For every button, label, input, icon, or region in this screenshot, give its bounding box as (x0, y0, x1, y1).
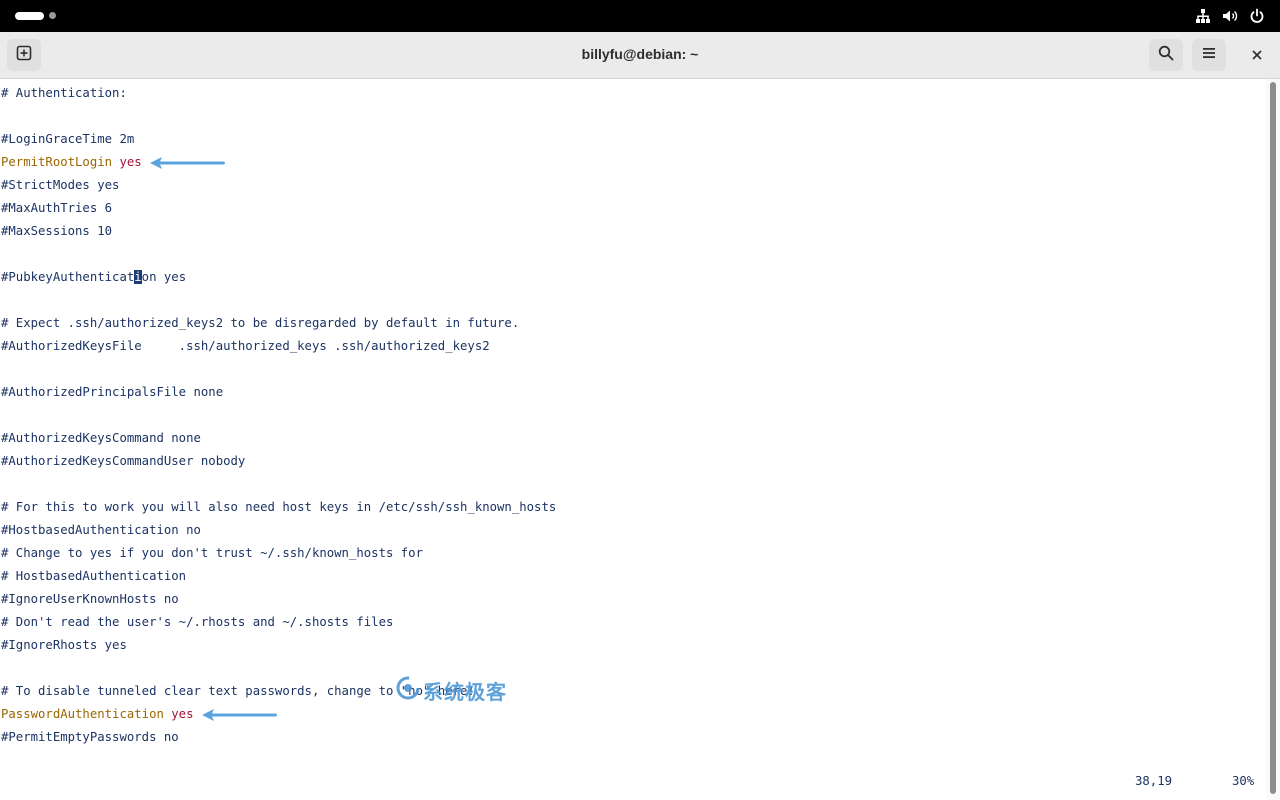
terminal-line: #MaxAuthTries 6 (1, 201, 113, 215)
menu-button[interactable] (1192, 39, 1226, 71)
config-value: yes (119, 155, 142, 169)
terminal-line: #PubkeyAuthentication yes (1, 266, 556, 289)
watermark-logo-icon (395, 675, 421, 705)
line-text: on yes (141, 270, 187, 284)
power-icon[interactable] (1248, 7, 1266, 25)
terminal-line: #AuthorizedKeysFile .ssh/authorized_keys… (1, 339, 490, 353)
terminal-text: # Authentication: #LoginGraceTime 2m Permi… (1, 82, 556, 749)
terminal-line: #AuthorizedKeysCommand none (1, 431, 201, 445)
terminal-view[interactable]: # Authentication: #LoginGraceTime 2m Permi… (0, 79, 1266, 800)
terminal-line: # For this to work you will also need ho… (1, 500, 557, 514)
terminal-line: #MaxSessions 10 (1, 224, 113, 238)
search-button[interactable] (1149, 39, 1183, 71)
watermark-text: 系统极客 (423, 679, 507, 704)
terminal-line: #StrictModes yes (1, 178, 120, 192)
terminal-line: PermitRootLogin yes (1, 151, 556, 174)
terminal-line: #HostbasedAuthentication no (1, 523, 201, 537)
terminal-line: #PermitEmptyPasswords no (1, 730, 179, 744)
terminal-line: #AuthorizedKeysCommandUser nobody (1, 454, 246, 468)
system-tray[interactable] (1194, 7, 1266, 25)
line-text: #PubkeyAuthenticat (1, 270, 135, 284)
scrollbar-thumb[interactable] (1270, 82, 1276, 794)
config-value: yes (171, 707, 194, 721)
terminal-line: #IgnoreUserKnownHosts no (1, 592, 179, 606)
terminal-line: # Don't read the user's ~/.rhosts and ~/… (1, 615, 394, 629)
scroll-percent: 30% (1232, 774, 1255, 788)
terminal-line: # Change to yes if you don't trust ~/.ss… (1, 546, 423, 560)
terminal-line: #IgnoreRhosts yes (1, 638, 127, 652)
terminal-line: #AuthorizedPrincipalsFile none (1, 385, 224, 399)
terminal-line: #LoginGraceTime 2m (1, 132, 135, 146)
config-keyword: PermitRootLogin (1, 155, 113, 169)
network-icon[interactable] (1194, 7, 1212, 25)
volume-icon[interactable] (1221, 7, 1239, 25)
close-icon (1251, 46, 1263, 65)
terminal-line: PasswordAuthentication yes (1, 703, 556, 726)
watermark: 系统极客 (395, 676, 507, 704)
workspace-dot[interactable] (49, 12, 56, 19)
search-icon (1158, 45, 1174, 65)
text-cursor: i (134, 270, 142, 284)
hamburger-menu-icon (1201, 45, 1217, 65)
activities-indicator[interactable] (15, 12, 44, 20)
terminal-line: # Authentication: (1, 86, 127, 100)
window-title: billyfu@debian: ~ (581, 46, 699, 62)
cursor-position: 38,19 (1135, 774, 1173, 788)
terminal-line: # Expect .ssh/authorized_keys2 to be dis… (1, 316, 520, 330)
system-top-bar (0, 0, 1280, 32)
close-button[interactable] (1242, 39, 1272, 71)
terminal-headerbar: billyfu@debian: ~ (0, 32, 1280, 79)
config-keyword: PasswordAuthentication (1, 707, 164, 721)
terminal-line: # HostbasedAuthentication (1, 569, 187, 583)
